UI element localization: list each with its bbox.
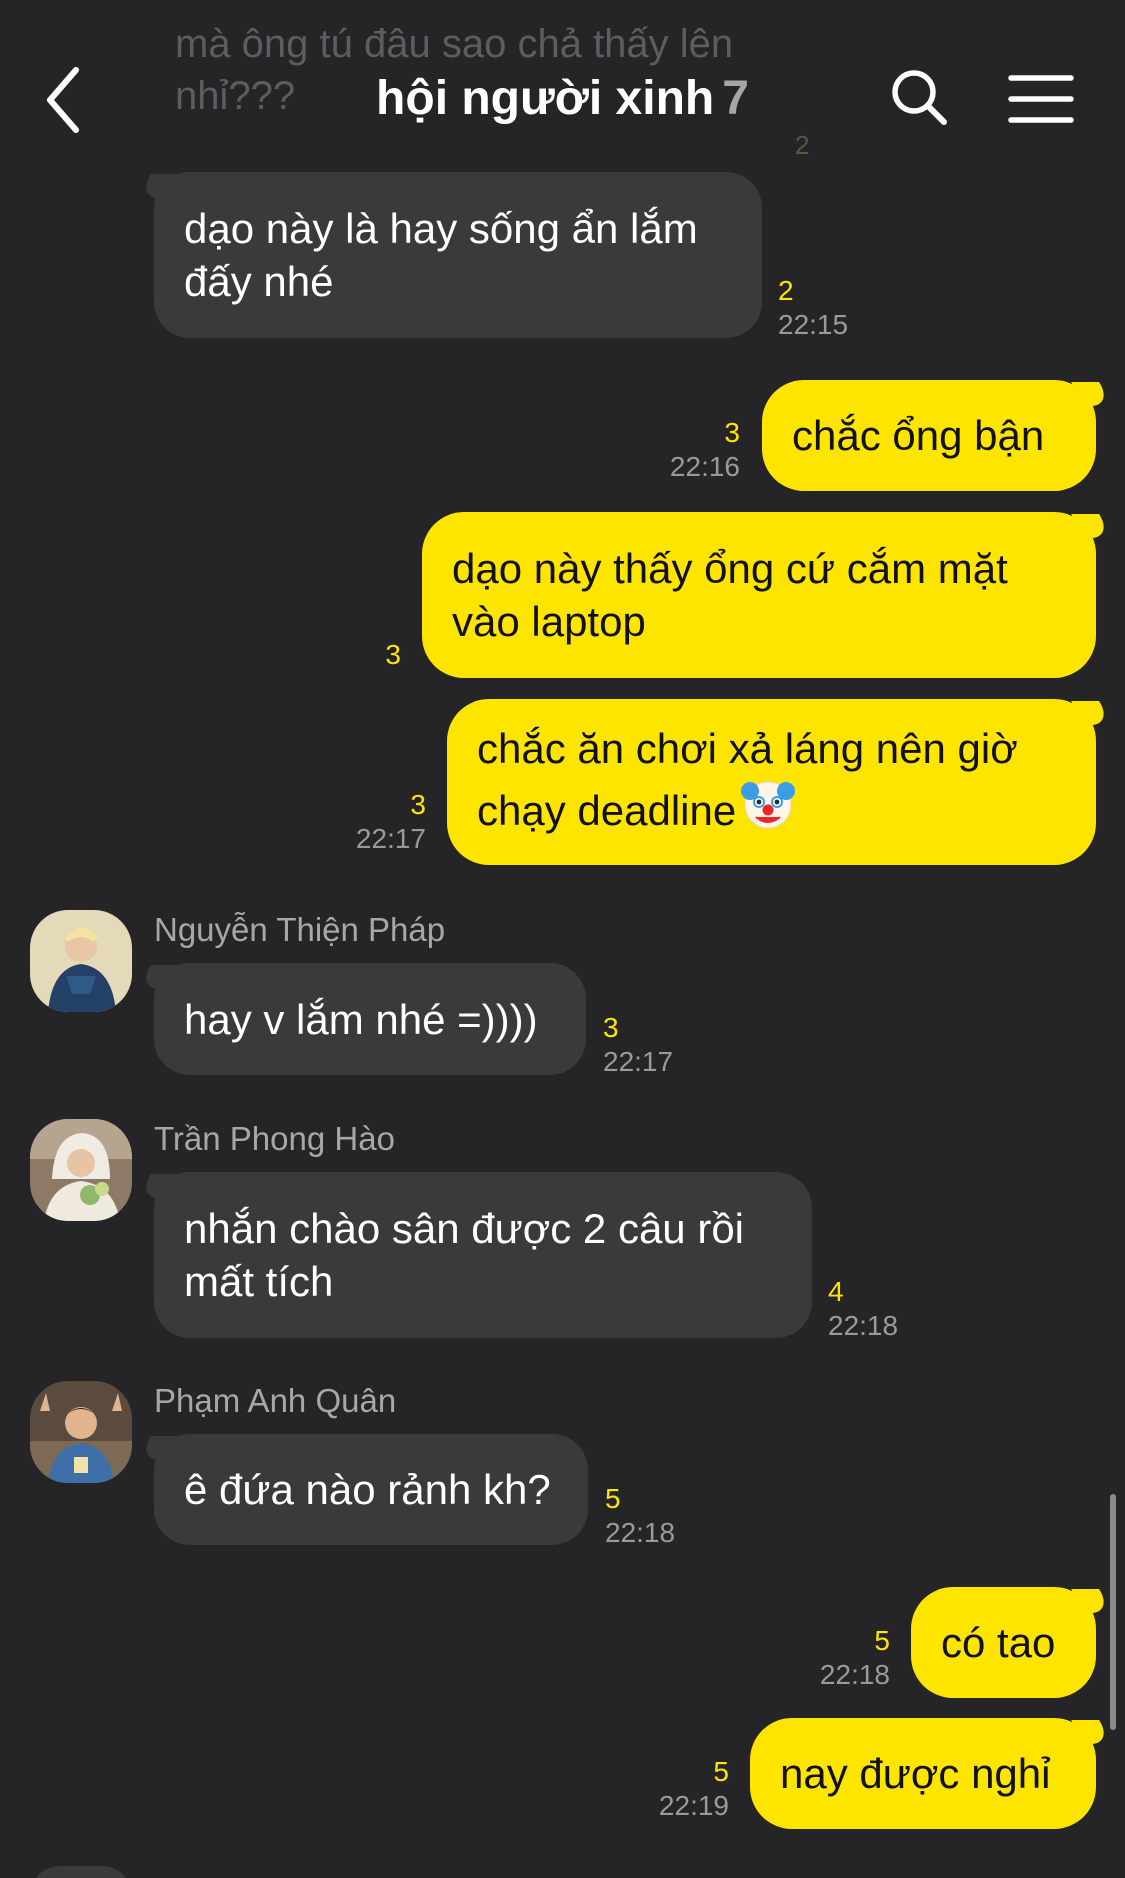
message-time: 22:15: [778, 309, 849, 340]
message-line: dạo này là hay sống ẩn lắm: [184, 205, 698, 252]
message-meta: 3 22:16: [670, 416, 740, 484]
message-line: hay v lắm nhé =)))): [184, 995, 538, 1043]
message-meta: 5 22:19: [659, 1755, 729, 1823]
message-line: chắc ăn chơi xả láng nên giờ: [477, 724, 1018, 772]
message-line-with-emoji: chạy deadline: [477, 775, 1066, 843]
message-line: mất tích: [184, 1258, 334, 1305]
message-bubble[interactable]: chắc ổng bận: [762, 380, 1096, 491]
sender-name: Nguyễn Thiện Pháp: [154, 911, 446, 948]
message-bubble[interactable]: nay được nghỉ: [750, 1718, 1096, 1829]
message-bubble[interactable]: có tao: [911, 1587, 1096, 1698]
message-time: 22:18: [605, 1517, 676, 1548]
menu-icon: [1008, 75, 1074, 123]
avatar[interactable]: [30, 1381, 132, 1483]
message-meta: 5 22:18: [820, 1624, 890, 1692]
message-meta: 3 22:17: [603, 1011, 673, 1079]
avatar[interactable]: [30, 1119, 132, 1221]
message-line: dạo này thấy ổng cứ cắm mặt: [452, 545, 1008, 592]
search-button[interactable]: [886, 64, 956, 134]
message-line: ê đứa nào rảnh kh?: [184, 1466, 551, 1513]
message-meta: 3: [385, 638, 401, 672]
message-bubble[interactable]: chắc ăn chơi xả láng nên giờ chạy deadli…: [447, 699, 1096, 865]
message-bubble[interactable]: ê đứa nào rảnh kh?: [154, 1434, 588, 1545]
unread-count: 3: [724, 417, 740, 448]
avatar-photo: [30, 1381, 132, 1483]
unread-count: 4: [828, 1276, 844, 1307]
avatar-photo: [30, 1119, 132, 1221]
scrollbar[interactable]: [1110, 1494, 1116, 1730]
message-line: nhắn chào sân được 2 câu rồi: [184, 1205, 745, 1252]
message-bubble[interactable]: hay v lắm nhé =)))): [154, 963, 586, 1075]
clown-face-emoji: [740, 775, 796, 843]
message-bubble[interactable]: nhắn chào sân được 2 câu rồi mất tích: [154, 1172, 812, 1338]
unread-count: 3: [385, 639, 401, 670]
message-time: 22:19: [658, 1790, 729, 1821]
unread-count: 2: [778, 275, 794, 306]
chat-title: hội người xinh 7: [0, 66, 1125, 132]
avatar-photo: [30, 910, 132, 1012]
sender-name: Trần Phong Hào: [154, 1120, 395, 1157]
message-meta: 5 22:18: [605, 1482, 675, 1550]
avatar[interactable]: [30, 910, 132, 1012]
message-time: 22:18: [819, 1659, 890, 1690]
message-line: chắc ổng bận: [792, 412, 1045, 459]
chat-screen: mà ông tú đâu sao chả thấy lên nhỉ??? 2 …: [0, 0, 1125, 1878]
chat-room-name: hội người xinh: [376, 72, 715, 125]
message-line: chạy deadline: [477, 786, 737, 834]
message-time: 22:17: [603, 1046, 674, 1077]
message-meta: 3 22:17: [356, 788, 426, 856]
search-icon: [892, 70, 947, 125]
unread-count: 3: [410, 789, 426, 820]
message-line: có tao: [941, 1619, 1056, 1666]
message-time: 22:16: [669, 451, 740, 482]
message-meta: 4 22:18: [828, 1275, 898, 1343]
unread-count: 5: [605, 1483, 621, 1514]
avatar[interactable]: [30, 1866, 132, 1878]
chat-header: hội người xinh 7: [0, 30, 1125, 170]
menu-button[interactable]: [1005, 64, 1077, 134]
unread-count: 5: [713, 1756, 729, 1787]
unread-count: 3: [603, 1012, 619, 1043]
message-line: nay được nghỉ: [780, 1750, 1051, 1797]
sender-name: Phạm Anh Quân: [154, 1382, 397, 1419]
message-bubble[interactable]: dạo này là hay sống ẩn lắm đấy nhé: [154, 172, 762, 338]
message-bubble[interactable]: dạo này thấy ổng cứ cắm mặt vào laptop: [422, 512, 1096, 678]
message-meta: 2 22:15: [778, 274, 848, 342]
message-time: 22:18: [828, 1310, 899, 1341]
message-time: 22:17: [355, 823, 426, 854]
member-count: 7: [722, 72, 749, 125]
message-line: đấy nhé: [184, 258, 334, 305]
unread-count: 5: [874, 1625, 890, 1656]
message-line: vào laptop: [452, 598, 646, 645]
